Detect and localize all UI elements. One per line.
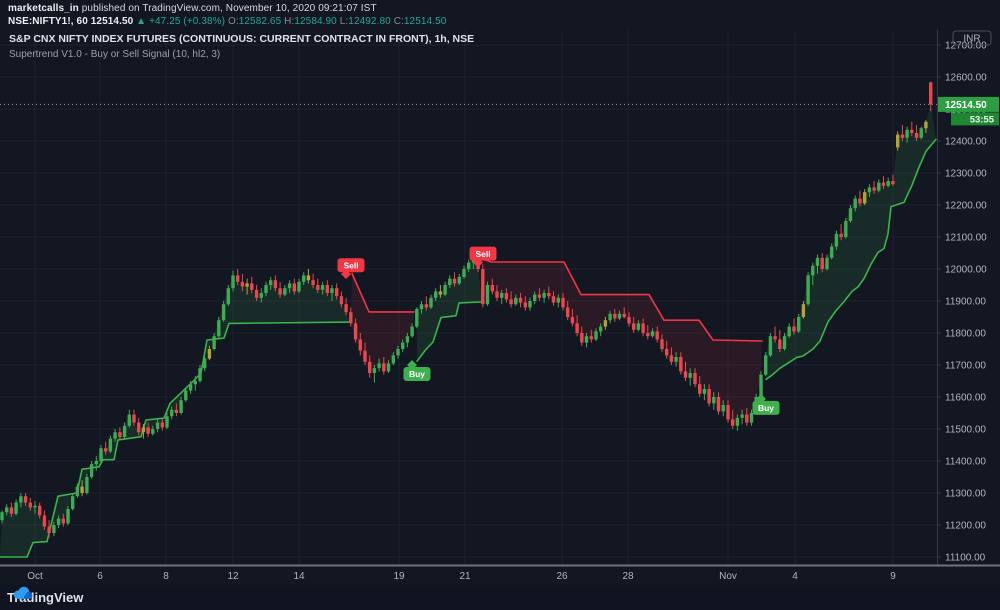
svg-text:9: 9 <box>890 571 896 582</box>
sell-signal-label: Sell <box>337 258 365 280</box>
svg-text:11500.00: 11500.00 <box>945 425 986 436</box>
candles-layer <box>0 81 933 538</box>
svg-text:11800.00: 11800.00 <box>945 329 986 340</box>
svg-text:11300.00: 11300.00 <box>945 489 986 500</box>
price-chart[interactable]: SellBuySellBuy12700.0012600.0012500.0012… <box>0 0 1000 585</box>
svg-text:28: 28 <box>622 571 634 582</box>
tradingview-published-chart: marketcalls_in published on TradingView.… <box>0 0 1000 610</box>
svg-text:12: 12 <box>227 571 239 582</box>
svg-text:21: 21 <box>459 571 471 582</box>
svg-text:11100.00: 11100.00 <box>945 553 986 564</box>
svg-text:14: 14 <box>293 571 305 582</box>
svg-text:6: 6 <box>97 571 103 582</box>
svg-text:Oct: Oct <box>27 571 43 582</box>
price-axis[interactable]: 12700.0012600.0012500.0012400.0012300.00… <box>937 0 1000 585</box>
svg-text:Buy: Buy <box>758 403 774 413</box>
svg-text:8: 8 <box>163 571 169 582</box>
svg-text:11600.00: 11600.00 <box>945 393 986 404</box>
svg-text:Sell: Sell <box>475 249 490 259</box>
svg-text:12100.00: 12100.00 <box>945 233 987 244</box>
svg-text:12600.00: 12600.00 <box>945 73 987 84</box>
svg-text:11900.00: 11900.00 <box>945 297 986 308</box>
svg-text:Buy: Buy <box>409 369 425 379</box>
svg-text:19: 19 <box>393 571 405 582</box>
bar-countdown-badge: 53:55 <box>951 112 999 126</box>
svg-text:11400.00: 11400.00 <box>945 457 986 468</box>
svg-text:11700.00: 11700.00 <box>945 361 986 372</box>
footer-bar: TradingView <box>0 585 1000 610</box>
svg-text:11200.00: 11200.00 <box>945 521 986 532</box>
buy-signal-label: Buy <box>403 360 431 381</box>
svg-text:Nov: Nov <box>719 571 737 582</box>
tradingview-logo-icon[interactable] <box>12 585 34 601</box>
svg-text:12514.50: 12514.50 <box>945 100 987 111</box>
svg-text:12000.00: 12000.00 <box>945 265 987 276</box>
svg-text:12200.00: 12200.00 <box>945 201 987 212</box>
svg-text:12300.00: 12300.00 <box>945 169 987 180</box>
svg-text:12400.00: 12400.00 <box>945 137 987 148</box>
svg-text:Sell: Sell <box>343 260 358 270</box>
last-price-badge: 12514.50 <box>938 96 999 112</box>
svg-text:INR: INR <box>963 34 980 45</box>
svg-text:26: 26 <box>556 571 568 582</box>
time-axis[interactable]: Oct 6 8 12 14 19 21 26 28 Nov 4 9 <box>0 564 1000 586</box>
svg-text:4: 4 <box>792 571 798 582</box>
svg-text:53:55: 53:55 <box>970 114 995 125</box>
